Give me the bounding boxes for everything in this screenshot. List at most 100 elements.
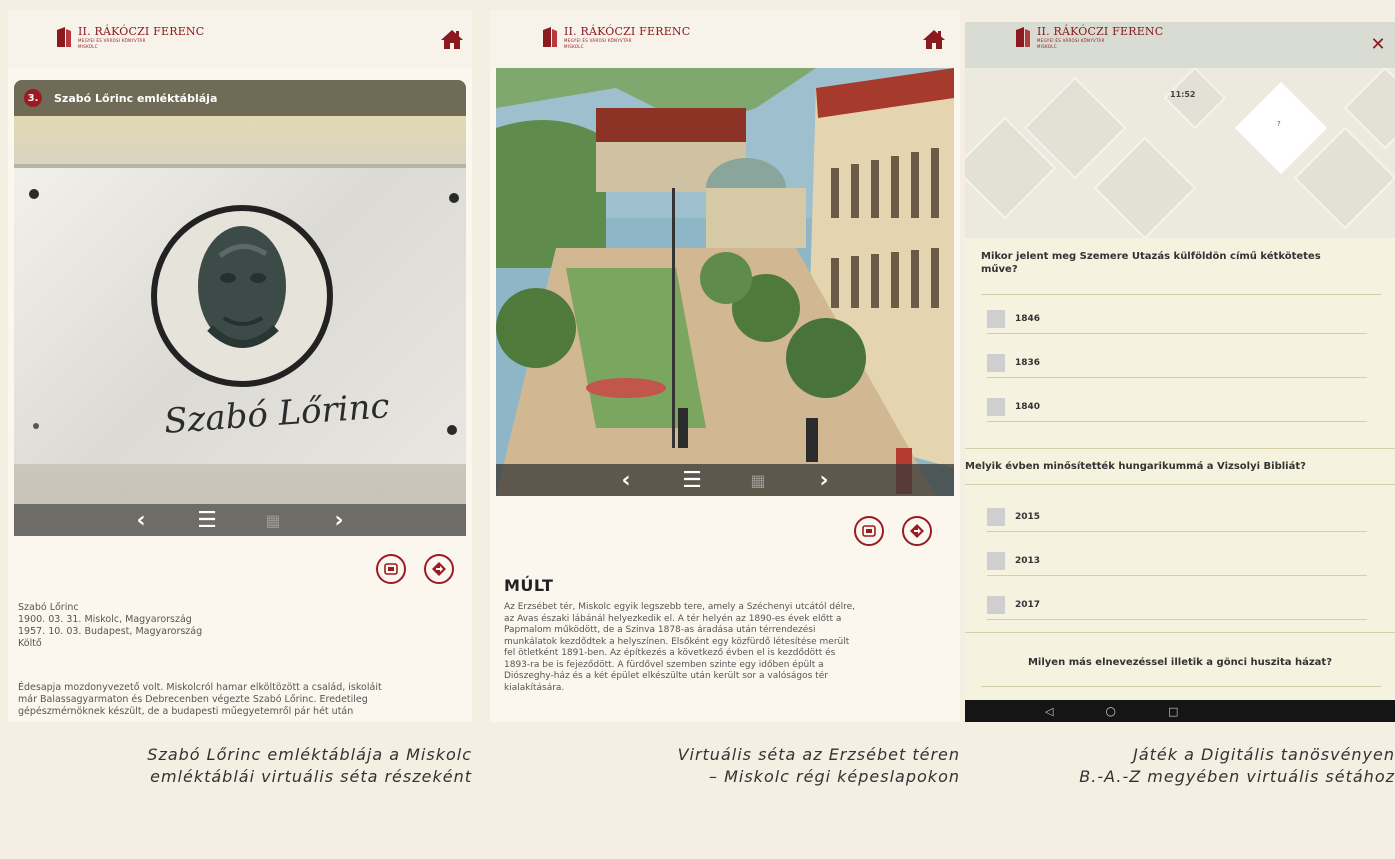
app-header: II. RÁKÓCZI FERENC MEGYEI ÉS VÁROSI KÖNY… [490, 10, 960, 68]
home-icon[interactable] [922, 28, 946, 50]
divider [965, 484, 1395, 485]
app-header: II. RÁKÓCZI FERENC MEGYEI ÉS VÁROSI KÖNY… [8, 10, 472, 68]
divider [981, 294, 1381, 295]
library-logo-title: II. RÁKÓCZI FERENC [564, 25, 691, 38]
library-logo-city: MISKOLC [1037, 44, 1057, 49]
screen-plaque-detail: II. RÁKÓCZI FERENC MEGYEI ÉS VÁROSI KÖNY… [8, 10, 472, 722]
station-title: Szabó Lőrinc emléktáblája [54, 91, 218, 105]
question-text: Mikor jelent meg Szemere Utazás külföldö… [981, 251, 1321, 262]
station-header: 3. Szabó Lőrinc emléktáblája [14, 80, 466, 116]
body-line: Édesapja mozdonyvezető volt. Miskolcról … [18, 682, 382, 693]
next-arrow-icon[interactable]: › [813, 468, 835, 493]
caption-line: B.-A.-Z megyében virtuális sétához [1079, 767, 1395, 786]
history-text: Az Erzsébet tér, Miskolc egyik legszebb … [504, 602, 954, 694]
list-icon[interactable]: ☰ [196, 508, 218, 533]
answer-checkbox[interactable] [987, 595, 1005, 614]
directions-icon [432, 562, 446, 576]
section-heading: MÚLT [504, 576, 554, 595]
prev-arrow-icon[interactable]: ‹ [615, 468, 637, 493]
android-back-icon[interactable]: ◁ [1045, 705, 1053, 718]
current-question-diamond-mark: ? [1277, 120, 1281, 128]
answer-option[interactable]: 2015 [987, 502, 1367, 532]
directions-button[interactable] [424, 554, 454, 584]
android-nav-bar: ◁ ○ □ [965, 700, 1395, 722]
info-line: 1900. 03. 31. Miskolc, Magyarország [18, 614, 192, 625]
gallery-button[interactable] [376, 554, 406, 584]
prev-arrow-icon[interactable]: ‹ [130, 508, 152, 533]
list-icon[interactable]: ☰ [681, 468, 703, 493]
directions-icon [910, 524, 924, 538]
answer-label: 2015 [1015, 511, 1041, 522]
answer-option[interactable]: 2017 [987, 590, 1367, 620]
body-line: Diószeghy-ház és a két épület elkészülte… [504, 671, 828, 681]
answer-checkbox[interactable] [987, 551, 1005, 570]
gallery-button[interactable] [854, 516, 884, 546]
body-line: munkálatok kezdődtek a helyszínen. Elsők… [504, 636, 850, 647]
divider [965, 632, 1395, 633]
question-text: Milyen más elnevezéssel illetik a gönci … [1027, 657, 1332, 668]
info-line: Költő [18, 638, 42, 649]
library-logo-city: MISKOLC [564, 44, 584, 49]
gallery-icon [384, 563, 398, 575]
android-home-icon[interactable]: ○ [1105, 704, 1115, 718]
caption-plaque: Szabó Lőrinc emléktáblája a Miskolc emlé… [48, 744, 472, 788]
caption-virtual-walk: Virtuális séta az Erzsébet téren – Misko… [540, 744, 960, 788]
caption-line: Virtuális séta az Erzsébet téren [677, 745, 960, 764]
answer-checkbox[interactable] [987, 353, 1005, 372]
library-logo-city: MISKOLC [78, 44, 98, 49]
library-logo[interactable]: II. RÁKÓCZI FERENC MEGYEI ÉS VÁROSI KÖNY… [542, 26, 690, 49]
memorial-plaque: Szabó Lőrinc [14, 164, 466, 464]
quiz-question: Mikor jelent meg Szemere Utazás külföldö… [965, 250, 1395, 276]
caption-line: – Miskolc régi képeslapokon [709, 767, 960, 786]
body-line: Az Erzsébet tér, Miskolc egyik legszebb … [504, 602, 856, 612]
divider [981, 686, 1381, 687]
body-line: az Avas északi lábánál helyezkedik el. A… [504, 613, 842, 624]
answer-label: 2013 [1015, 555, 1041, 566]
caption-line: Szabó Lőrinc emléktáblája a Miskolc [147, 745, 472, 764]
answer-option[interactable]: 2013 [987, 546, 1367, 576]
answer-checkbox[interactable] [987, 309, 1005, 328]
answer-option[interactable]: 1840 [987, 392, 1367, 422]
answer-option[interactable]: 1846 [987, 304, 1367, 334]
gallery-nav: ‹ ☰ ▦ › [14, 504, 466, 536]
erzsebet-square-postcard [496, 68, 954, 496]
caption-quiz: Játék a Digitális tanösvényen B.-A.-Z me… [965, 744, 1395, 788]
quiz-question: Milyen más elnevezéssel illetik a gönci … [965, 656, 1395, 669]
gallery-nav: ‹ ☰ ▦ › [496, 464, 954, 496]
gallery-icon [862, 525, 876, 537]
library-logo-subtitle: MEGYEI ÉS VÁROSI KÖNYVTÁR [1037, 38, 1105, 43]
close-icon[interactable]: ✕ [1369, 36, 1387, 54]
library-logo-mark [542, 26, 558, 48]
body-line: Papmalom működött, de a Szinva 1878-as á… [504, 625, 816, 635]
directions-button[interactable] [902, 516, 932, 546]
info-line: 1957. 10. 03. Budapest, Magyarország [18, 626, 203, 637]
android-recent-icon[interactable]: □ [1168, 705, 1178, 718]
map-icon[interactable]: ▦ [747, 469, 769, 491]
library-logo-title: II. RÁKÓCZI FERENC [78, 25, 205, 38]
quiz-header: II. RÁKÓCZI FERENC MEGYEI ÉS VÁROSI KÖNY… [965, 22, 1395, 68]
divider [965, 448, 1395, 449]
body-line: fel ötletként 1891-ben. Az építkezés a k… [504, 648, 836, 658]
next-arrow-icon[interactable]: › [328, 508, 350, 533]
quiz-question: Melyik évben minősítették hungarikummá a… [965, 460, 1395, 473]
answer-label: 1846 [1015, 313, 1041, 324]
library-logo[interactable]: II. RÁKÓCZI FERENC MEGYEI ÉS VÁROSI KÖNY… [56, 26, 204, 49]
map-icon[interactable]: ▦ [262, 509, 284, 531]
answer-checkbox[interactable] [987, 507, 1005, 526]
biography-info: Szabó Lőrinc 1900. 03. 31. Miskolc, Magy… [18, 602, 464, 650]
screen-quiz: II. RÁKÓCZI FERENC MEGYEI ÉS VÁROSI KÖNY… [965, 22, 1395, 722]
library-logo-subtitle: MEGYEI ÉS VÁROSI KÖNYVTÁR [78, 38, 146, 43]
library-logo-mark [56, 26, 72, 48]
library-logo[interactable]: II. RÁKÓCZI FERENC MEGYEI ÉS VÁROSI KÖNY… [1015, 26, 1163, 49]
answer-checkbox[interactable] [987, 397, 1005, 416]
station-number-badge: 3. [24, 89, 42, 107]
library-logo-title: II. RÁKÓCZI FERENC [1037, 25, 1164, 38]
answer-label: 2017 [1015, 599, 1041, 610]
quiz-timer: 11:52 [1170, 90, 1196, 99]
answer-option[interactable]: 1836 [987, 348, 1367, 378]
question-text: műve? [981, 264, 1018, 275]
answer-label: 1840 [1015, 401, 1041, 412]
caption-line: Játék a Digitális tanösvényen [1133, 745, 1395, 764]
library-logo-subtitle: MEGYEI ÉS VÁROSI KÖNYVTÁR [564, 38, 632, 43]
home-icon[interactable] [440, 28, 464, 50]
